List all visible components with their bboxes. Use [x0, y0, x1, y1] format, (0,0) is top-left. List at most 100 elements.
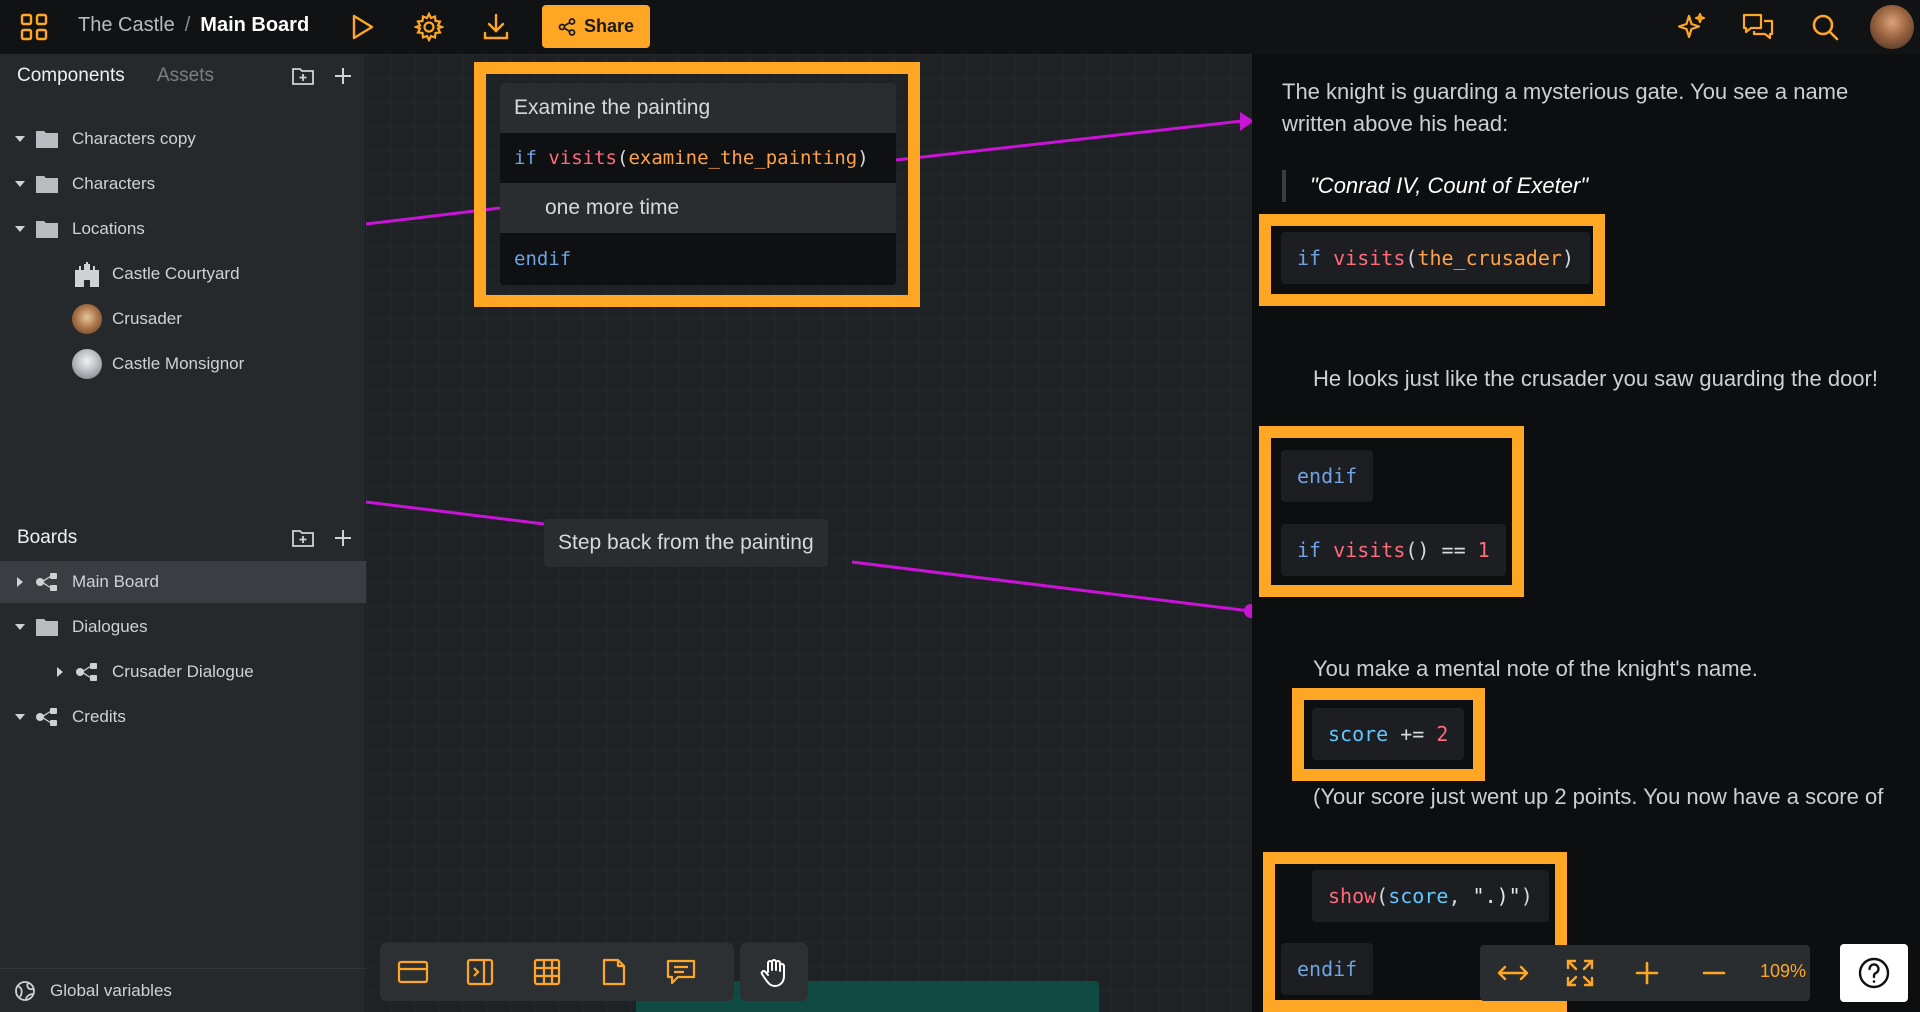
chevron-down-icon[interactable] [10, 225, 30, 233]
global-variables-button[interactable]: Global variables [0, 968, 366, 1012]
chevron-down-icon[interactable] [10, 623, 30, 631]
tab-assets[interactable]: Assets [157, 65, 214, 87]
globe-icon [0, 980, 50, 1002]
code-keyword: endif [1297, 464, 1358, 488]
fit-width-icon[interactable] [1496, 957, 1530, 989]
board-item-label: Credits [72, 707, 126, 726]
board-item-label: Crusader Dialogue [112, 662, 254, 681]
tree-item-characters-copy[interactable]: Characters copy [10, 118, 196, 160]
sparkle-icon[interactable] [1671, 7, 1711, 47]
board-item-main-board[interactable]: Main Board [0, 561, 366, 603]
code-block-endif-2: endif [1281, 943, 1374, 995]
tree-item-castle-monsignor[interactable]: Castle Monsignor [70, 343, 244, 385]
canvas-toolbar [380, 943, 734, 1001]
comments-icon[interactable] [1738, 7, 1778, 47]
code-block-endif-1: endif [1281, 450, 1374, 502]
tree-item-characters[interactable]: Characters [10, 163, 155, 205]
tab-components[interactable]: Components [17, 65, 125, 87]
help-icon [1858, 957, 1890, 989]
code-variable: score [1328, 722, 1389, 746]
code-argument: examine_the_painting [628, 147, 858, 169]
breadcrumb-separator: / [184, 14, 191, 36]
code-punct: ) [1561, 246, 1574, 270]
tree-item-crusader[interactable]: Crusader [70, 298, 182, 340]
code-keyword: if [1297, 246, 1322, 270]
top-bar: The Castle / Main Board Share [0, 0, 1920, 54]
tree-item-label: Locations [72, 219, 145, 238]
tree-item-label: Castle Monsignor [112, 354, 245, 373]
comment-icon[interactable] [664, 956, 698, 988]
monsignor-avatar [70, 349, 104, 379]
chevron-down-icon[interactable] [10, 713, 30, 721]
components-header: Components Assets [0, 54, 366, 98]
new-folder-icon[interactable] [290, 525, 316, 551]
zoom-level[interactable]: 109% [1760, 961, 1806, 982]
side-panel-icon[interactable] [463, 956, 497, 988]
code-punct: , [1448, 884, 1473, 908]
new-folder-icon[interactable] [290, 63, 316, 89]
boards-header: Boards [0, 516, 366, 560]
code-keyword: if [1297, 538, 1322, 562]
code-punct: ) [1520, 884, 1533, 908]
play-icon[interactable] [342, 7, 382, 47]
share-button[interactable]: Share [542, 5, 650, 48]
node-title: Step back from the painting [558, 531, 814, 554]
code-variable: score [1388, 884, 1449, 908]
card-icon[interactable] [396, 956, 430, 988]
code-punct: ( [616, 147, 629, 169]
code-function: visits [1333, 538, 1406, 562]
board-item-dialogues[interactable]: Dialogues [10, 606, 148, 648]
download-icon[interactable] [476, 7, 516, 47]
tree-item-label: Crusader [112, 309, 182, 328]
share-label: Share [583, 16, 635, 36]
code-operator: += [1388, 722, 1437, 746]
breadcrumb-project[interactable]: The Castle [78, 14, 175, 37]
zoom-in-icon[interactable] [1630, 957, 1664, 989]
folder-icon [30, 129, 64, 149]
chevron-right-icon[interactable] [10, 576, 30, 588]
panel-paragraph-2: He looks just like the crusader you saw … [1313, 366, 1878, 391]
chevron-down-icon[interactable] [10, 135, 30, 143]
tree-item-label: Castle Courtyard [112, 264, 240, 283]
boards-title: Boards [17, 527, 78, 548]
code-number: 2 [1436, 722, 1449, 746]
add-icon[interactable] [330, 525, 356, 551]
code-function: visits [1333, 246, 1406, 270]
user-avatar[interactable] [1870, 5, 1914, 49]
code-function: visits [548, 147, 617, 169]
board-item-crusader-dialogue[interactable]: Crusader Dialogue [50, 651, 254, 693]
note-icon[interactable] [597, 956, 631, 988]
panel-paragraph-4: (Your score just went up 2 points. You n… [1313, 784, 1884, 809]
chevron-down-icon[interactable] [10, 180, 30, 188]
board-icon [70, 661, 104, 683]
panel-quote: "Conrad IV, Count of Exeter" [1282, 170, 1588, 202]
help-button[interactable] [1840, 944, 1908, 1002]
code-block-if-visits: if visits() == 1 [1281, 524, 1506, 576]
code-keyword: if [514, 147, 537, 169]
add-icon[interactable] [330, 63, 356, 89]
search-icon[interactable] [1805, 7, 1845, 47]
board-item-label: Main Board [72, 572, 159, 591]
node-examine-painting[interactable]: Examine the painting if visits(examine_t… [500, 83, 896, 285]
board-item-credits[interactable]: Credits [10, 696, 126, 738]
tree-item-label: Characters [72, 174, 156, 193]
tree-item-locations[interactable]: Locations [10, 208, 145, 250]
fullscreen-icon[interactable] [1563, 957, 1597, 989]
node-step-back[interactable]: Step back from the painting [544, 519, 828, 567]
apps-grid-icon[interactable] [14, 7, 54, 47]
castle-icon [70, 260, 104, 288]
tree-item-castle-courtyard[interactable]: Castle Courtyard [70, 253, 240, 295]
code-keyword: endif [1297, 957, 1358, 981]
folder-icon [30, 174, 64, 194]
hand-icon [760, 959, 785, 987]
zoom-out-icon[interactable] [1697, 957, 1731, 989]
gear-icon[interactable] [409, 7, 449, 47]
share-icon [558, 17, 576, 36]
pan-tool-button[interactable] [740, 943, 808, 1001]
chevron-right-icon[interactable] [50, 666, 70, 678]
code-punct: ( [1376, 884, 1389, 908]
breadcrumb: The Castle / Main Board [78, 14, 309, 37]
code-block-if-crusader: if visits(the_crusader) [1281, 232, 1590, 284]
table-icon[interactable] [530, 956, 564, 988]
code-block-show: show(score, ".)") [1312, 870, 1549, 922]
